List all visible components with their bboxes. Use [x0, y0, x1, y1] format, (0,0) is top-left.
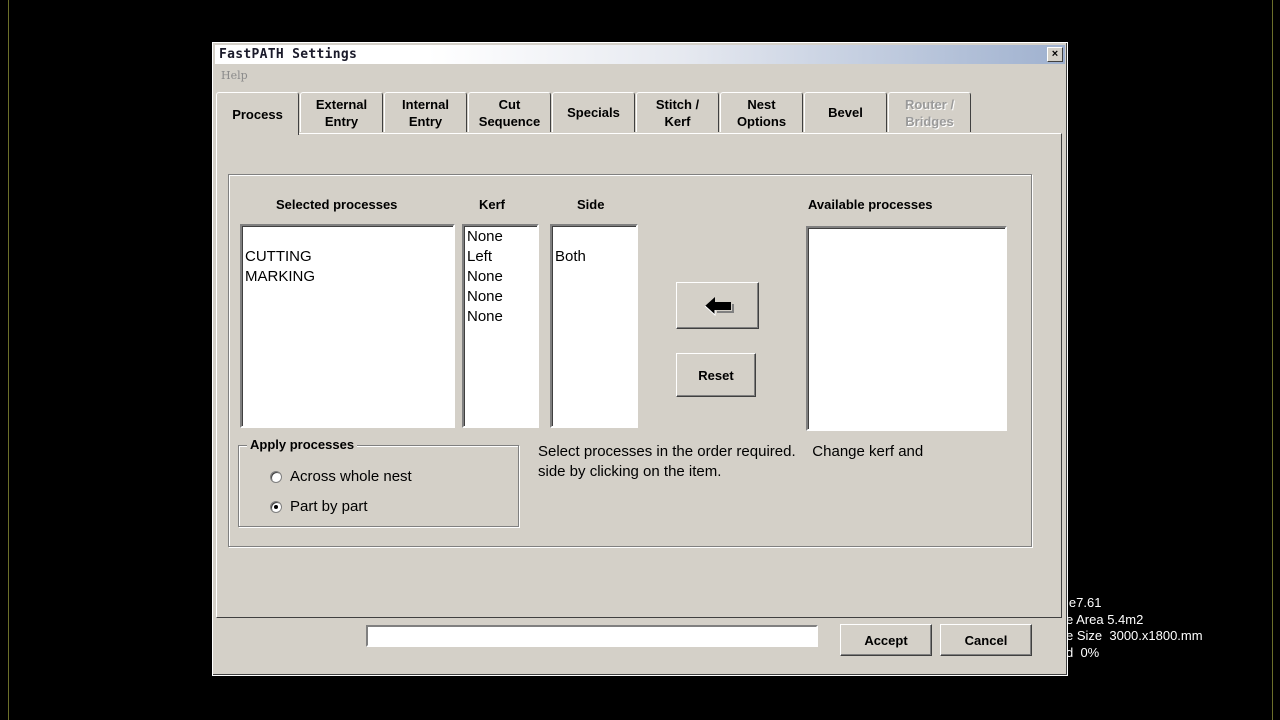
tab-nest-options[interactable]: Nest Options [720, 92, 803, 132]
list-item[interactable]: None [467, 287, 534, 307]
apply-processes-legend: Apply processes [247, 437, 358, 452]
status-line: e Size 3000.x1800.mm [1066, 628, 1203, 643]
apply-processes-group: Apply processes Across whole nest Part b… [238, 437, 519, 527]
kerf-list[interactable]: None Left None None None [462, 224, 539, 428]
tab-label: External Entry [315, 96, 368, 129]
side-list[interactable]: Both [550, 224, 638, 428]
tab-process[interactable]: Process [216, 92, 299, 135]
background-border-right [1272, 0, 1273, 720]
radio-label: Part by part [290, 498, 368, 515]
accept-button[interactable]: Accept [840, 624, 932, 656]
list-item[interactable]: Left [467, 247, 534, 267]
process-group-box: Selected processes Kerf Side Available p… [228, 174, 1032, 547]
close-button[interactable]: × [1047, 47, 1063, 62]
instruction-text: Select processes in the order required. … [538, 442, 923, 482]
tab-stitch-kerf[interactable]: Stitch / Kerf [636, 92, 719, 132]
list-item[interactable]: None [467, 267, 534, 287]
tab-label: Cut Sequence [478, 96, 541, 129]
tab-label: Stitch / Kerf [655, 96, 700, 129]
list-item[interactable] [555, 227, 633, 247]
tab-external-entry[interactable]: External Entry [300, 92, 383, 132]
status-line: le7.61 [1066, 595, 1102, 610]
selected-processes-header: Selected processes [276, 197, 398, 212]
tab-label: Process [232, 106, 283, 122]
available-processes-header: Available processes [808, 197, 933, 212]
menu-bar: Help [221, 69, 248, 82]
tab-internal-entry[interactable]: Internal Entry [384, 92, 467, 132]
background-status-panel: le7.61 e Area 5.4m2 e Size 3000.x1800.mm d … [1066, 595, 1203, 661]
process-tab-panel: Selected processes Kerf Side Available p… [216, 133, 1062, 618]
move-to-selected-button[interactable] [676, 282, 759, 329]
list-item[interactable]: None [467, 307, 534, 327]
radio-part-by-part[interactable]: Part by part [270, 498, 368, 515]
side-header: Side [577, 197, 605, 212]
tab-specials[interactable]: Specials [552, 92, 635, 132]
radio-button[interactable] [270, 470, 282, 483]
list-item[interactable] [245, 227, 450, 247]
tab-label: Router / Bridges [904, 96, 955, 129]
background-border-left [8, 0, 9, 720]
title-bar[interactable]: FastPATH Settings × [215, 45, 1065, 64]
tab-bevel[interactable]: Bevel [804, 92, 887, 132]
tab-cut-sequence[interactable]: Cut Sequence [468, 92, 551, 132]
instruction-line: Select processes in the order required. … [538, 443, 924, 460]
kerf-header: Kerf [479, 197, 506, 212]
fastpath-settings-dialog: FastPATH Settings × Help Process Externa… [212, 42, 1068, 676]
status-line: d 0% [1066, 644, 1100, 660]
arrow-left-icon [704, 296, 734, 316]
list-item[interactable]: Both [555, 247, 633, 267]
list-item[interactable]: MARKING [245, 267, 450, 287]
radio-label: Across whole nest [290, 468, 412, 485]
status-field[interactable] [366, 625, 818, 647]
available-processes-list[interactable] [806, 226, 1007, 431]
instruction-line: side by clicking on the item. [538, 463, 722, 480]
tab-label: Specials [567, 105, 620, 120]
tab-label: Bevel [828, 105, 863, 120]
status-line: e Area 5.4m2 [1066, 611, 1144, 627]
tab-label: Nest Options [736, 96, 787, 129]
radio-across-whole-nest[interactable]: Across whole nest [270, 468, 412, 485]
list-item[interactable]: None [467, 227, 534, 247]
menu-item-help[interactable]: Help [221, 69, 248, 82]
tab-label: Internal Entry [402, 96, 449, 129]
selected-processes-list[interactable]: CUTTING MARKING [240, 224, 455, 428]
window-title: FastPATH Settings [219, 47, 358, 62]
list-item[interactable]: CUTTING [245, 247, 450, 267]
cancel-button[interactable]: Cancel [940, 624, 1032, 656]
tab-router-bridges: Router / Bridges [888, 92, 971, 132]
reset-button[interactable]: Reset [676, 353, 756, 397]
radio-button[interactable] [270, 500, 282, 513]
